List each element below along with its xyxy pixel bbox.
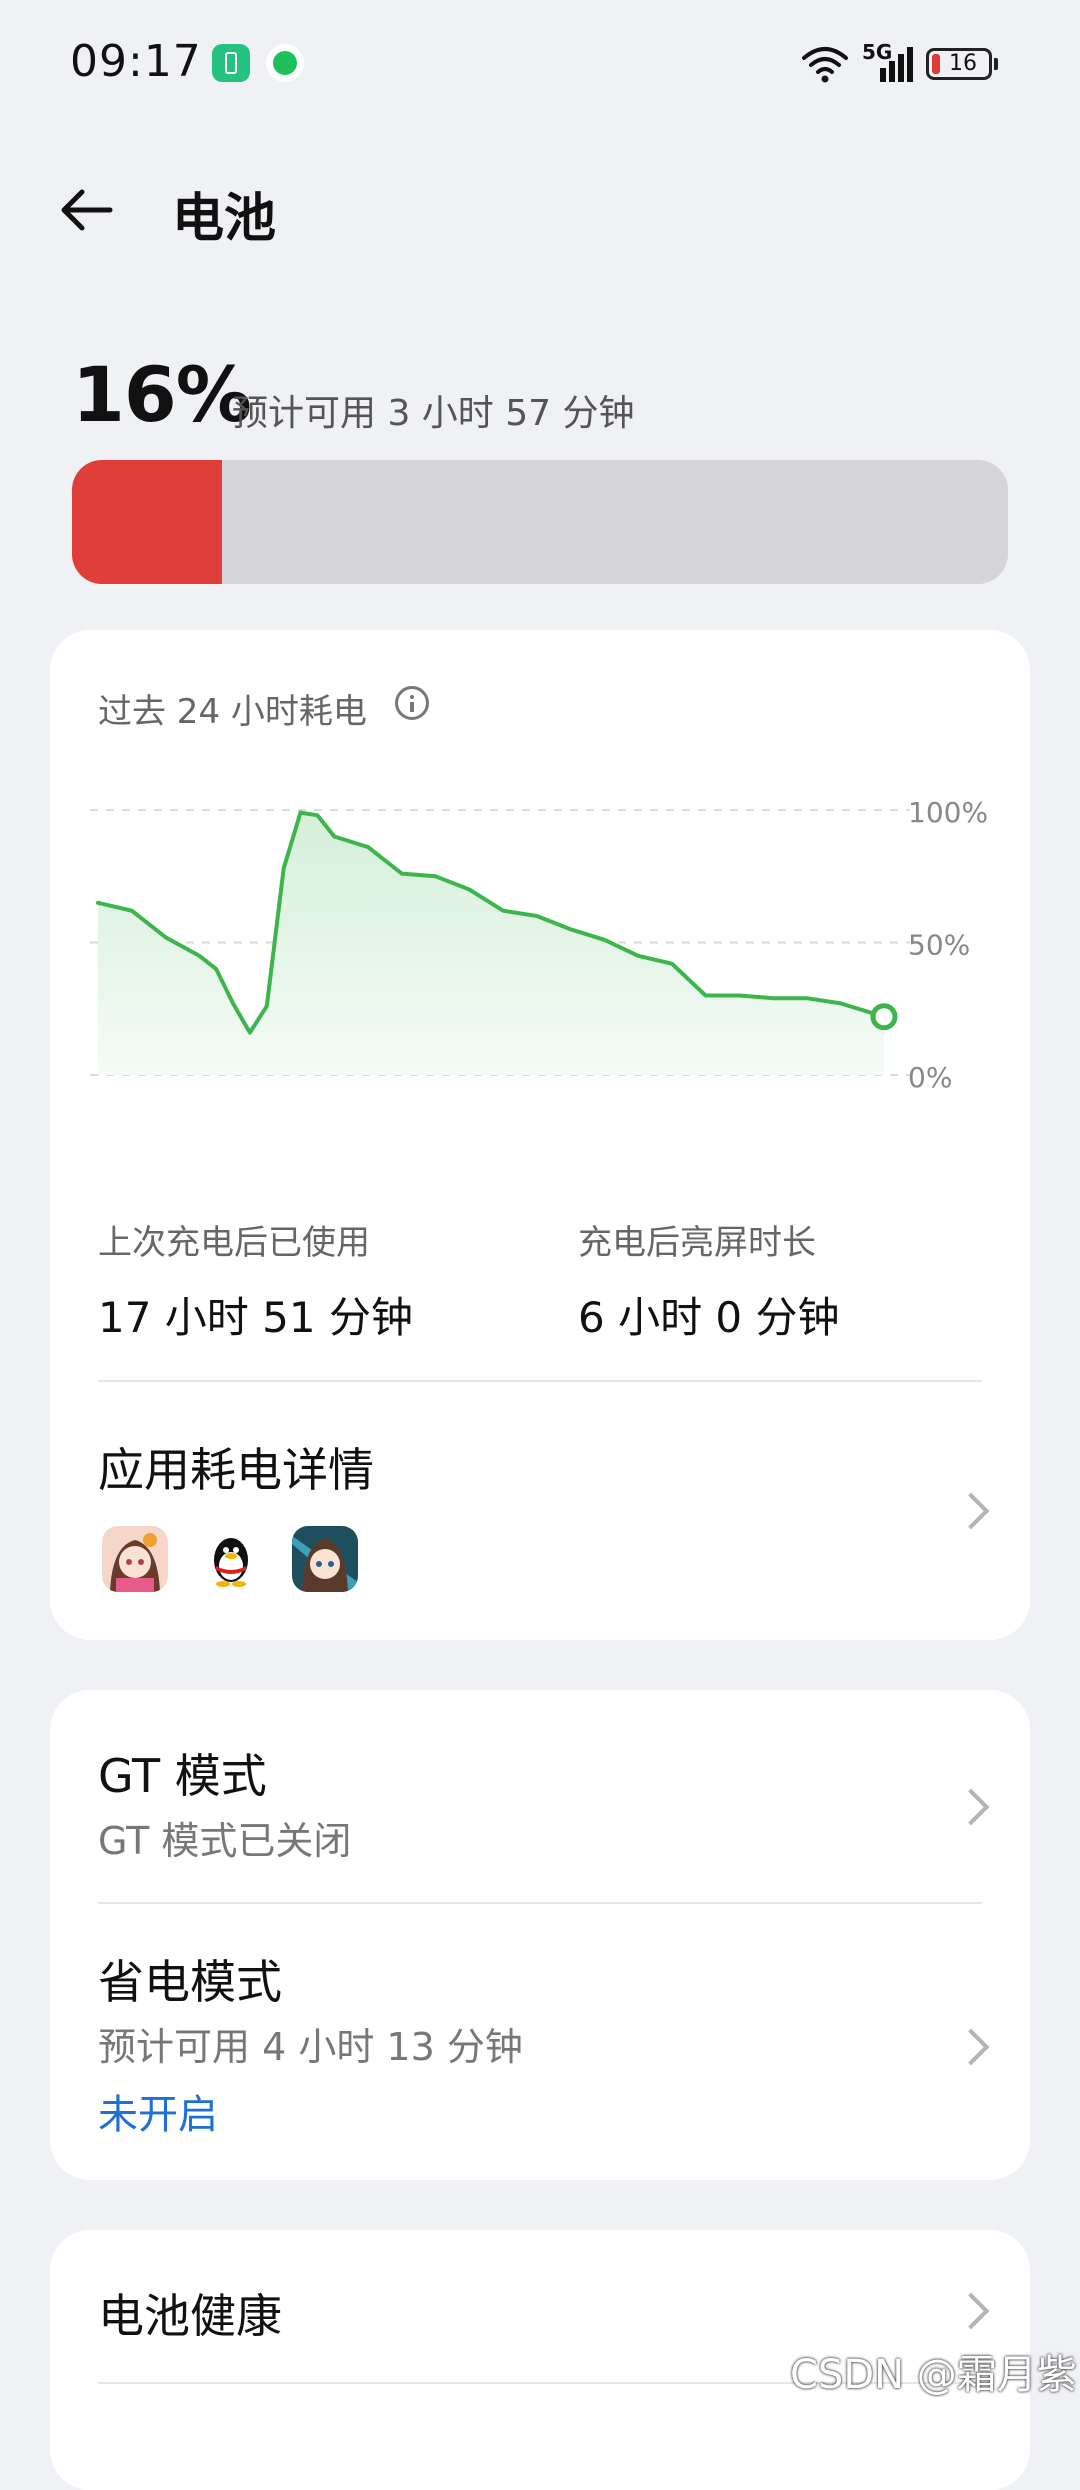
power-saving-title: 省电模式 (98, 1946, 282, 2012)
signal-strength-icon (880, 46, 914, 82)
battery-status-level: 16 (949, 51, 977, 76)
modes-card: GT 模式 GT 模式已关闭 省电模式 预计可用 4 小时 13 分钟 未开启 (50, 1690, 1030, 2180)
anime-character-game-icon (292, 1526, 358, 1592)
wifi-icon (802, 44, 848, 84)
usage-card: 过去 24 小时耗电 100%50%0%12:0016:0020:0000:00… (50, 630, 1030, 1640)
back-arrow-icon[interactable] (56, 180, 116, 240)
power-saving-status: 未开启 (98, 2082, 218, 2140)
used-since-charge-label: 上次充电后已使用 (98, 1215, 413, 1264)
chart-y-tick: 0% (908, 1061, 952, 1090)
chart-y-tick: 50% (908, 929, 970, 962)
chevron-right-icon (953, 2293, 990, 2330)
gt-mode-title: GT 模式 (98, 1740, 267, 1806)
usage-section-title: 过去 24 小时耗电 (98, 684, 367, 733)
battery-status-fill (932, 54, 940, 74)
chart-y-tick: 100% (908, 796, 988, 829)
page-title: 电池 (172, 176, 276, 251)
chart-area (98, 813, 884, 1075)
battery-usage-chart: 100%50%0%12:0016:0020:0000:0004:0008:00 (50, 760, 1030, 1090)
app-usage-title: 应用耗电详情 (98, 1434, 374, 1500)
qq-penguin-icon (198, 1526, 264, 1592)
gt-mode-row[interactable]: GT 模式 GT 模式已关闭 (50, 1690, 1030, 1900)
screen-on-value: 6 小时 0 分钟 (578, 1284, 840, 1345)
battery-cap (994, 58, 998, 70)
anime-girl-game-icon (102, 1526, 168, 1592)
battery-summary: 16% 预计可用 3 小时 57 分钟 (72, 350, 251, 440)
app-usage-row[interactable]: 应用耗电详情 (50, 1382, 1030, 1640)
battery-estimate: 预计可用 3 小时 57 分钟 (232, 384, 832, 436)
screen-on-label: 充电后亮屏时长 (578, 1215, 840, 1264)
used-since-charge-stat: 上次充电后已使用 17 小时 51 分钟 (98, 1215, 413, 1345)
gt-mode-status: GT 模式已关闭 (98, 1810, 351, 1865)
battery-level-fill (72, 460, 222, 584)
chart-current-marker (873, 1006, 895, 1028)
used-since-charge-value: 17 小时 51 分钟 (98, 1284, 413, 1345)
battery-level-bar (72, 460, 1008, 584)
status-bar: 09:17 5G 16 (0, 0, 1080, 130)
power-saving-row[interactable]: 省电模式 预计可用 4 小时 13 分钟 未开启 (50, 1904, 1030, 2180)
info-icon[interactable] (395, 686, 429, 720)
status-time: 09:17 (70, 36, 202, 87)
battery-health-title: 电池健康 (98, 2280, 282, 2346)
chat-notification-icon (266, 44, 304, 82)
screen-on-stat: 充电后亮屏时长 6 小时 0 分钟 (578, 1215, 840, 1345)
battery-percent: 16% (72, 350, 251, 439)
chevron-right-icon (953, 1789, 990, 1826)
app-header: 电池 (0, 150, 1080, 270)
battery-status-icon: 16 (926, 48, 992, 80)
chevron-right-icon (953, 2029, 990, 2066)
battery-notification-icon (212, 44, 250, 82)
chevron-right-icon (953, 1493, 990, 1530)
watermark: CSDN @霜月紫 (790, 2342, 1077, 2400)
power-saving-estimate: 预计可用 4 小时 13 分钟 (98, 2016, 523, 2071)
